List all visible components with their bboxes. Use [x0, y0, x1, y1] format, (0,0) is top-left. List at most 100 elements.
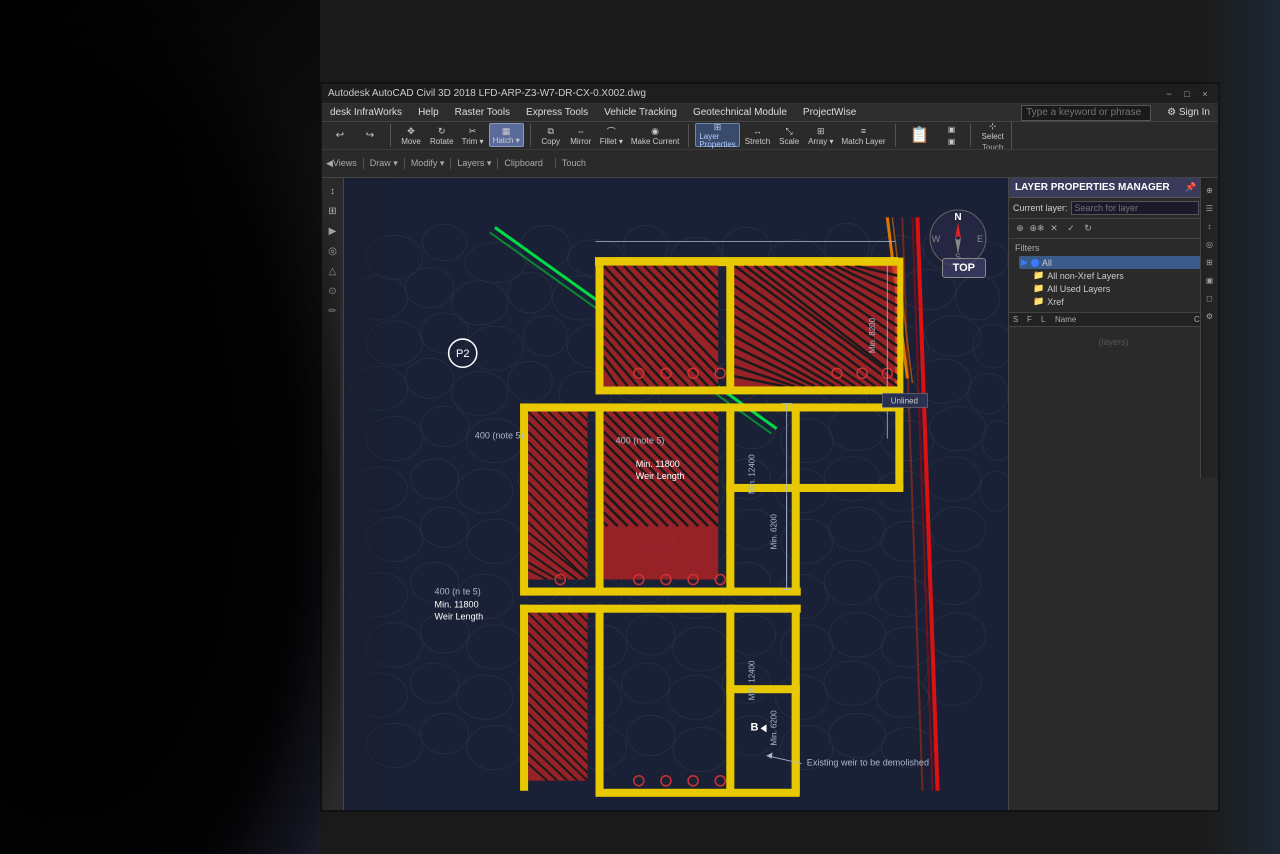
- cad-svg: P2 400 (note 5) 400 (note 5) Min. 11800 …: [344, 178, 1008, 810]
- main-area: ↕ ⊞ ▶ ◎ △ ⊙ ✏: [322, 178, 1218, 810]
- svg-text:Min. 12400: Min. 12400: [747, 660, 756, 700]
- copy-group: ⧉ Copy ⇔ Mirror ⌒ Fillet ▾ ◉ Make Curren…: [537, 124, 690, 147]
- trim-button[interactable]: ✂ Trim ▾: [459, 123, 487, 147]
- layer-properties-panel: LAYER PROPERTIES MANAGER 📌 × Current lay…: [1008, 178, 1218, 810]
- col-freeze: F: [1027, 315, 1039, 324]
- window-controls: − □ ×: [1162, 87, 1212, 101]
- select-mode-button[interactable]: ⊹ Select: [979, 122, 1007, 142]
- filter-tree: ▶ All 📁 All non-Xref Layers 📁 All Used L…: [1015, 256, 1212, 308]
- svg-text:400 (note 5): 400 (note 5): [475, 431, 524, 441]
- layer-group: ⊞ LayerProperties ↔ Stretch ⤡ Scale ⊞ Ar…: [695, 124, 895, 147]
- svg-text:Existing weir to be demolished: Existing weir to be demolished: [807, 758, 929, 768]
- panel-side-btn5[interactable]: ⊞: [1202, 254, 1218, 270]
- undo-button[interactable]: ↩: [326, 123, 354, 147]
- menu-geotechnical[interactable]: Geotechnical Module: [689, 106, 791, 119]
- make-current-button[interactable]: ◉ Make Current: [628, 123, 682, 147]
- modify-section-label: Modify ▾: [411, 158, 452, 169]
- menu-infraworks[interactable]: desk InfraWorks: [326, 106, 406, 119]
- menu-vehicle[interactable]: Vehicle Tracking: [600, 106, 681, 119]
- scale-button[interactable]: ⤡ Scale: [775, 123, 803, 147]
- minimize-button[interactable]: −: [1162, 87, 1176, 101]
- filter-all-dot: [1031, 259, 1039, 267]
- views-label: ◀Views: [326, 158, 364, 169]
- new-layer-freeze-button[interactable]: ⊕❄: [1029, 221, 1045, 237]
- panel-header: LAYER PROPERTIES MANAGER 📌 ×: [1009, 178, 1218, 198]
- refresh-button[interactable]: ↻: [1080, 221, 1096, 237]
- menu-help[interactable]: Help: [414, 106, 443, 119]
- left-tool-2[interactable]: ⊞: [324, 202, 342, 220]
- panel-side-btn2[interactable]: ☰: [1202, 200, 1218, 216]
- panel-pin-button[interactable]: 📌: [1185, 182, 1197, 193]
- svg-text:Min. 6200: Min. 6200: [770, 710, 779, 746]
- clipboard-btn1[interactable]: ▣: [940, 124, 964, 135]
- view-label-top: TOP: [942, 258, 986, 278]
- delete-layer-button[interactable]: ✕: [1046, 221, 1062, 237]
- layer-search-input[interactable]: [1071, 201, 1199, 215]
- filter-non-xref-label: All non-Xref Layers: [1047, 271, 1124, 281]
- panel-side-btn7[interactable]: ◻: [1202, 290, 1218, 306]
- filter-used[interactable]: 📁 All Used Layers: [1031, 282, 1212, 295]
- menu-raster[interactable]: Raster Tools: [451, 106, 514, 119]
- set-current-button[interactable]: ✓: [1063, 221, 1079, 237]
- window-title: Autodesk AutoCAD Civil 3D 2018 LFD-ARP-Z…: [328, 88, 646, 99]
- match-layer-button[interactable]: ≡ Match Layer: [839, 123, 889, 147]
- left-tool-1[interactable]: ↕: [324, 182, 342, 200]
- left-tool-6[interactable]: ⊙: [324, 282, 342, 300]
- clipboard-group: 📋 ▣ ▣: [902, 124, 971, 147]
- toolbar-row1: ↩ ↪ ✥ Move ↻ Rotate ✂ Trim ▾ ▦: [322, 122, 1218, 150]
- panel-side-btn6[interactable]: ▣: [1202, 272, 1218, 288]
- menu-express[interactable]: Express Tools: [522, 106, 592, 119]
- svg-text:E: E: [977, 234, 983, 244]
- array-button[interactable]: ⊞ Array ▾: [805, 123, 836, 147]
- signin-button[interactable]: ⚙ Sign In: [1163, 106, 1214, 119]
- panel-side-btn4[interactable]: ◎: [1202, 236, 1218, 252]
- paste-button[interactable]: 📋: [902, 123, 938, 147]
- left-tool-4[interactable]: ◎: [324, 242, 342, 260]
- svg-text:Min. 6200: Min. 6200: [770, 514, 779, 550]
- new-layer-button[interactable]: ⊕: [1012, 221, 1028, 237]
- panel-side-btn8[interactable]: ⚙: [1202, 308, 1218, 324]
- filter-used-label: All Used Layers: [1047, 284, 1110, 294]
- panel-filters: Filters ▶ All 📁 All non-Xref Layers 📁: [1009, 239, 1218, 313]
- copy-button[interactable]: ⧉ Copy: [537, 123, 565, 147]
- hatch-button[interactable]: ▦ Hatch ▾: [489, 123, 524, 147]
- left-tool-5[interactable]: △: [324, 262, 342, 280]
- layer-list: (layers): [1009, 327, 1218, 810]
- svg-text:Min. 11800: Min. 11800: [636, 459, 680, 469]
- col-lock: L: [1041, 315, 1053, 324]
- left-tool-3[interactable]: ▶: [324, 222, 342, 240]
- svg-text:N: N: [954, 212, 961, 223]
- stretch-button[interactable]: ↔ Stretch: [742, 123, 773, 147]
- svg-text:Min. 11800: Min. 11800: [435, 600, 479, 610]
- quick-access-group: ↩ ↪: [326, 124, 391, 147]
- move-group: ✥ Move ↻ Rotate ✂ Trim ▾ ▦ Hatch ▾: [397, 124, 531, 147]
- filter-all[interactable]: ▶ All: [1019, 256, 1212, 269]
- panel-toolbar: ⊕ ⊕❄ ✕ ✓ ↻ ⚙: [1009, 219, 1218, 239]
- panel-side-btn1[interactable]: ⊕: [1202, 182, 1218, 198]
- menu-projectwise[interactable]: ProjectWise: [799, 106, 860, 119]
- move-button[interactable]: ✥ Move: [397, 123, 425, 147]
- touch-section-label: Touch: [562, 158, 586, 168]
- draw-section-label: Draw ▾: [370, 158, 405, 169]
- redo-button[interactable]: ↪: [356, 123, 384, 147]
- filter-xref[interactable]: 📁 Xref: [1031, 295, 1212, 308]
- fillet-button[interactable]: ⌒ Fillet ▾: [597, 123, 626, 147]
- mirror-button[interactable]: ⇔ Mirror: [567, 123, 595, 147]
- filter-xref-label: Xref: [1047, 297, 1064, 307]
- layer-properties-button[interactable]: ⊞ LayerProperties: [695, 123, 739, 147]
- layer-list-header: S F L Name Color: [1009, 313, 1218, 327]
- svg-text:W: W: [932, 234, 941, 244]
- close-button[interactable]: ×: [1198, 87, 1212, 101]
- drawing-canvas: P2 400 (note 5) 400 (note 5) Min. 11800 …: [344, 178, 1008, 810]
- svg-text:400 (note 5): 400 (note 5): [616, 436, 665, 446]
- filter-non-xref[interactable]: 📁 All non-Xref Layers: [1031, 269, 1212, 282]
- clipboard-btn2[interactable]: ▣: [940, 136, 964, 147]
- search-input[interactable]: [1026, 107, 1146, 118]
- svg-text:B: B: [750, 721, 758, 733]
- rotate-button[interactable]: ↻ Rotate: [427, 123, 457, 147]
- panel-side-btn3[interactable]: ↕: [1202, 218, 1218, 234]
- svg-text:Weir Length: Weir Length: [435, 612, 484, 622]
- filter-all-label: All: [1042, 258, 1052, 268]
- maximize-button[interactable]: □: [1180, 87, 1194, 101]
- left-tool-7[interactable]: ✏: [324, 302, 342, 320]
